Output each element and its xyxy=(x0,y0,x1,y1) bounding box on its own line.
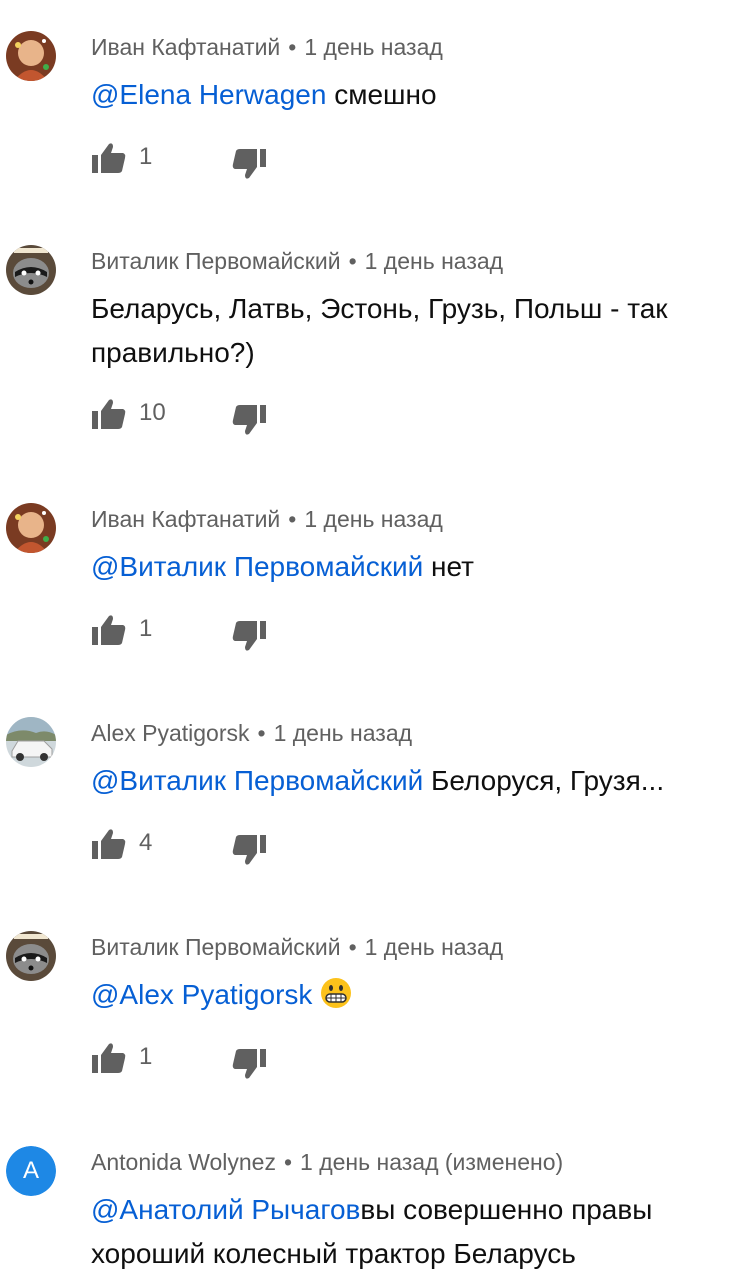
separator-dot: • xyxy=(348,248,357,274)
avatar-letter: A xyxy=(6,1146,56,1196)
comment-time: 1 день назад xyxy=(364,934,504,960)
comment-author[interactable]: Виталик Первомайский xyxy=(91,248,341,274)
thumbs-up-icon[interactable] xyxy=(91,613,127,647)
comment-actions: 10 xyxy=(91,397,391,437)
mention-link[interactable]: @Виталик Первомайский xyxy=(91,765,423,796)
thumbs-up-icon[interactable] xyxy=(91,1041,127,1075)
like-count: 1 xyxy=(139,615,153,642)
comment-text: @Elena Herwagen смешно xyxy=(91,73,721,117)
comment-body: нет xyxy=(423,551,474,582)
comment-meta: Antonida Wolynez • 1 день назад (изменено) xyxy=(91,1149,563,1176)
thumbs-up-icon[interactable] xyxy=(91,827,127,861)
comment-text: @Анатолий Рычаговвы совершенно правы хор… xyxy=(91,1188,721,1276)
like-count: 10 xyxy=(139,399,166,426)
comment-time: 1 день назад xyxy=(304,506,443,532)
comment-author[interactable]: Alex Pyatigorsk xyxy=(91,720,250,746)
comment-actions: 1 xyxy=(91,141,391,181)
like-count: 4 xyxy=(139,829,153,856)
mention-link[interactable]: @Виталик Первомайский xyxy=(91,551,423,582)
comment-meta: Виталик Первомайский • 1 день назад xyxy=(91,934,503,961)
grinning-face-emoji xyxy=(321,978,352,1008)
thumbs-down-icon[interactable] xyxy=(231,403,267,437)
comment-text: @Виталик Первомайский Белоруся, Грузя... xyxy=(91,759,721,803)
comment-time: 1 день назад xyxy=(273,720,413,746)
thumbs-down-icon[interactable] xyxy=(231,147,267,181)
comment-author[interactable]: Antonida Wolynez xyxy=(91,1149,276,1175)
comment-text: @Виталик Первомайский нет xyxy=(91,545,721,589)
comment-time: 1 день назад (изменено) xyxy=(300,1149,564,1175)
thumbs-down-icon[interactable] xyxy=(231,1047,267,1081)
separator-dot: • xyxy=(283,1149,293,1175)
separator-dot: • xyxy=(348,934,357,960)
comment-actions: 1 xyxy=(91,613,391,653)
like-count: 1 xyxy=(139,1043,153,1070)
comment-body: Беларусь, Латвь, Эстонь, Грузь, Польш - … xyxy=(91,293,668,368)
avatar-vitalik[interactable] xyxy=(6,931,56,981)
comment-meta: Иван Кафтанатий • 1 день назад xyxy=(91,34,443,61)
avatar-vitalik[interactable] xyxy=(6,245,56,295)
comment-meta: Виталик Первомайский • 1 день назад xyxy=(91,248,503,275)
avatar-ivan[interactable] xyxy=(6,503,56,553)
comment-text: Беларусь, Латвь, Эстонь, Грузь, Польш - … xyxy=(91,287,721,375)
comment-time: 1 день назад xyxy=(304,34,443,60)
comment-time: 1 день назад xyxy=(364,248,504,274)
comment-actions: 4 xyxy=(91,827,391,867)
comment-author[interactable]: Виталик Первомайский xyxy=(91,934,341,960)
avatar-antonida[interactable]: A xyxy=(6,1146,56,1196)
comment-body: Белоруся, Грузя... xyxy=(423,765,665,796)
thumbs-up-icon[interactable] xyxy=(91,397,127,431)
thumbs-down-icon[interactable] xyxy=(231,833,267,867)
separator-dot: • xyxy=(288,34,297,60)
comment-actions: 1 xyxy=(91,1041,391,1081)
mention-link[interactable]: @Alex Pyatigorsk xyxy=(91,979,312,1010)
mention-link[interactable]: @Анатолий Рычагов xyxy=(91,1194,360,1225)
comment-meta: Alex Pyatigorsk • 1 день назад xyxy=(91,720,412,747)
comments-thread: Иван Кафтанатий • 1 день назад @Elena Herw… xyxy=(0,0,733,1280)
separator-dot: • xyxy=(257,720,266,746)
comment-author[interactable]: Иван Кафтанатий xyxy=(91,34,280,60)
comment-text: @Alex Pyatigorsk xyxy=(91,973,721,1017)
like-count: 1 xyxy=(139,143,153,170)
separator-dot: • xyxy=(288,506,297,532)
thumbs-down-icon[interactable] xyxy=(231,619,267,653)
mention-link[interactable]: @Elena Herwagen xyxy=(91,79,326,110)
avatar-ivan[interactable] xyxy=(6,31,56,81)
comment-author[interactable]: Иван Кафтанатий xyxy=(91,506,280,532)
comment-meta: Иван Кафтанатий • 1 день назад xyxy=(91,506,443,533)
comment-body: смешно xyxy=(326,79,437,110)
avatar-alex[interactable] xyxy=(6,717,56,767)
thumbs-up-icon[interactable] xyxy=(91,141,127,175)
